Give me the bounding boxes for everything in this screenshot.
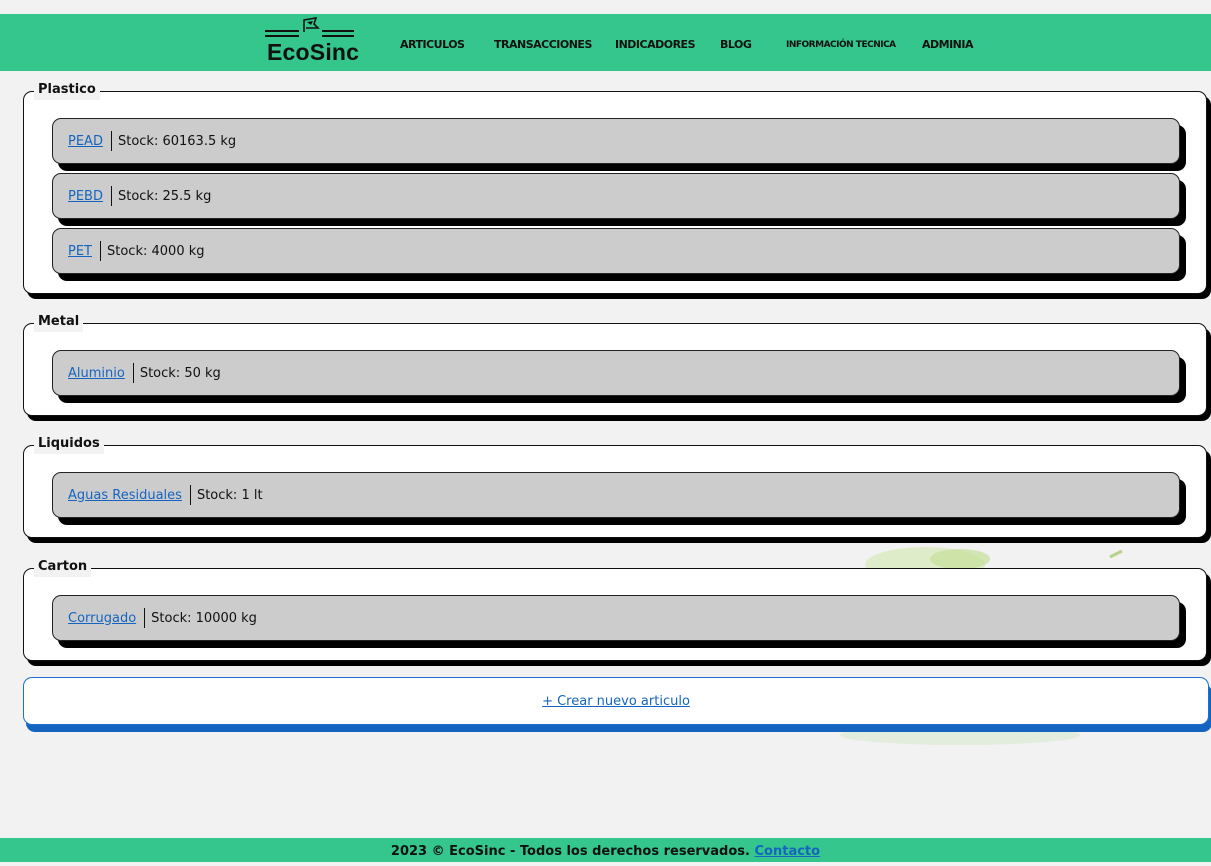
category-fieldset-plastico: Plastico PEAD Stock: 60163.5 kg PEBD Sto… (23, 80, 1207, 294)
list-item: Aluminio Stock: 50 kg (52, 350, 1180, 396)
create-article-link[interactable]: + Crear nuevo articulo (542, 694, 690, 709)
list-item: Aguas Residuales Stock: 1 lt (52, 472, 1180, 518)
category-fieldset-carton: Carton Corrugado Stock: 10000 kg (23, 557, 1207, 661)
logo-text: EcoSinc (267, 39, 360, 65)
nav-articulos[interactable]: ARTICULOS (400, 38, 465, 51)
create-article-card: + Crear nuevo articulo (23, 677, 1209, 725)
divider (132, 363, 134, 383)
stock-label: Stock: (139, 365, 181, 381)
stock-label: Stock: (117, 188, 159, 204)
stock-value: 1 lt (241, 487, 263, 503)
top-navbar: EcoSinc ARTICULOS TRANSACCIONES INDICADO… (0, 14, 1211, 71)
stock-value: 60163.5 kg (162, 133, 237, 149)
divider (100, 241, 101, 261)
divider (110, 186, 112, 206)
footer: 2023 © EcoSinc - Todos los derechos rese… (0, 838, 1211, 862)
stock-label: Stock: (117, 133, 159, 149)
list-item: PET Stock: 4000 kg (52, 228, 1180, 274)
footer-text: 2023 © EcoSinc - Todos los derechos rese… (390, 844, 750, 859)
stock-label: Stock: (196, 487, 238, 503)
stock-value: 25.5 kg (162, 188, 212, 204)
list-item: Corrugado Stock: 10000 kg (52, 595, 1180, 641)
divider (110, 131, 112, 151)
list-item: PEBD Stock: 25.5 kg (52, 173, 1180, 219)
article-link[interactable]: PEAD (68, 134, 103, 149)
list-item: PEAD Stock: 60163.5 kg (52, 118, 1180, 164)
stock-label: Stock: (107, 243, 148, 259)
category-legend: Liquidos (34, 434, 104, 454)
category-fieldset-metal: Metal Aluminio Stock: 50 kg (23, 312, 1207, 416)
stock-value: 4000 kg (151, 243, 205, 259)
article-link[interactable]: Aluminio (68, 366, 125, 381)
stock-value: 10000 kg (195, 610, 257, 626)
ecosinc-logo[interactable]: EcoSinc (265, 16, 359, 68)
nav-transacciones[interactable]: TRANSACCIONES (494, 38, 592, 51)
contact-link[interactable]: Contacto (755, 844, 821, 859)
leaf-flag-icon (303, 17, 320, 32)
divider (144, 608, 146, 628)
category-legend: Plastico (34, 80, 100, 100)
stock-label: Stock: (151, 610, 192, 626)
article-link[interactable]: Corrugado (68, 611, 136, 626)
article-link[interactable]: PET (68, 244, 92, 259)
article-link[interactable]: Aguas Residuales (68, 488, 182, 503)
nav-indicadores[interactable]: INDICADORES (615, 38, 696, 51)
category-legend: Metal (34, 312, 84, 332)
nav-blog[interactable]: BLOG (720, 38, 752, 51)
divider (189, 485, 191, 505)
stock-value: 50 kg (184, 365, 221, 381)
nav-informacion-tecnica[interactable]: INFORMACIÓN TECNICA (786, 40, 896, 50)
nav-adminia[interactable]: ADMINIA (922, 38, 974, 51)
article-link[interactable]: PEBD (68, 189, 103, 204)
category-legend: Carton (34, 557, 92, 577)
category-fieldset-liquidos: Liquidos Aguas Residuales Stock: 1 lt (23, 434, 1207, 538)
